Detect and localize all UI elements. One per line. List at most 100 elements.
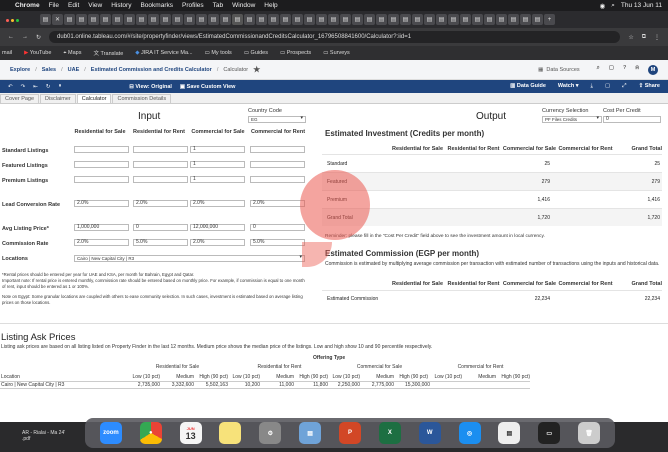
- browser-tab[interactable]: ▤: [112, 14, 123, 25]
- browser-tab[interactable]: ✕: [52, 14, 63, 25]
- undo-icon[interactable]: ↶: [8, 84, 13, 90]
- wifi-icon[interactable]: ◉: [600, 2, 606, 10]
- save-custom-view-button[interactable]: ▣ Save Custom View: [180, 84, 236, 90]
- browser-tab[interactable]: ▤: [64, 14, 75, 25]
- breadcrumb-sales[interactable]: Sales: [42, 67, 56, 73]
- browser-tab[interactable]: ▤: [256, 14, 267, 25]
- browser-tab[interactable]: ▤: [424, 14, 435, 25]
- bookmark-maps[interactable]: ⌖ Maps: [63, 50, 81, 57]
- clock[interactable]: Thu 13 Jun 11: [621, 2, 662, 10]
- trash-icon[interactable]: 🗑: [578, 422, 601, 444]
- comm-com-sale-input[interactable]: 2.0%: [190, 239, 245, 246]
- tab-disclaimer[interactable]: Disclaimer: [40, 94, 76, 103]
- revert-icon[interactable]: ⇤: [33, 84, 38, 90]
- lcr-res-sale-input[interactable]: 2.0%: [74, 200, 129, 207]
- browser-tab[interactable]: ▤: [448, 14, 459, 25]
- search-icon[interactable]: ⌕: [597, 65, 600, 75]
- browser-tab[interactable]: ▤: [160, 14, 171, 25]
- bookmark-translate[interactable]: 文 Translate: [93, 49, 123, 57]
- standard-com-rent-input[interactable]: [250, 146, 305, 153]
- chrome-icon[interactable]: ●: [139, 422, 162, 444]
- browser-tab[interactable]: ▤: [292, 14, 303, 25]
- browser-tab[interactable]: ▤: [88, 14, 99, 25]
- price-res-sale-input[interactable]: 1,000,000: [74, 224, 129, 231]
- featured-com-rent-input[interactable]: [250, 161, 305, 168]
- browser-tab[interactable]: ▤: [148, 14, 159, 25]
- menu-profiles[interactable]: Profiles: [182, 2, 204, 9]
- bookmark-guides[interactable]: ▭ Guides: [244, 50, 268, 56]
- browser-tab[interactable]: ▤: [508, 14, 519, 25]
- avatar[interactable]: M: [648, 64, 658, 75]
- menu-bookmarks[interactable]: Bookmarks: [140, 2, 173, 9]
- notes-icon[interactable]: [219, 422, 242, 444]
- browser-tab[interactable]: ▤: [520, 14, 531, 25]
- system-settings-icon[interactable]: ⚙: [259, 422, 282, 444]
- browser-tab[interactable]: ▤: [484, 14, 495, 25]
- desktop-file-label[interactable]: AR - Rialai - Ma 24' .pdf: [0, 422, 70, 452]
- browser-tab[interactable]: ▤: [136, 14, 147, 25]
- bookmark-star-icon[interactable]: ☆: [628, 34, 633, 41]
- excel-icon[interactable]: X: [378, 422, 401, 444]
- preview-icon[interactable]: ▤: [299, 422, 322, 444]
- browser-tab[interactable]: ▤: [40, 14, 51, 25]
- extensions-icon[interactable]: ⧉: [642, 34, 646, 41]
- breadcrumb-uae[interactable]: UAE: [68, 67, 80, 73]
- zoom-icon[interactable]: zoom: [99, 422, 122, 444]
- data-sources-button[interactable]: ▦ Data Sources: [538, 67, 580, 73]
- notifications-icon[interactable]: ⍾: [635, 65, 639, 75]
- premium-com-rent-input[interactable]: [250, 176, 305, 183]
- data-guide-button[interactable]: ▥ Data Guide: [510, 83, 546, 90]
- tab-cover-page[interactable]: Cover Page: [0, 94, 40, 103]
- browser-tab[interactable]: ▤: [472, 14, 483, 25]
- browser-tab[interactable]: ▤: [352, 14, 363, 25]
- bookmark-prospects[interactable]: ▭ Prospects: [280, 50, 311, 56]
- featured-com-sale-input[interactable]: 1: [190, 161, 245, 168]
- browser-tab[interactable]: ▤: [328, 14, 339, 25]
- browser-tab[interactable]: ▤: [340, 14, 351, 25]
- browser-tab[interactable]: ▤: [268, 14, 279, 25]
- breadcrumb-workbook[interactable]: Estimated Commission and Credits Calcula…: [91, 67, 212, 73]
- menu-window[interactable]: Window: [232, 2, 255, 9]
- browser-tab[interactable]: ▤: [316, 14, 327, 25]
- download-icon[interactable]: ⤓: [591, 83, 593, 90]
- bookmark-mail[interactable]: mail: [2, 50, 12, 56]
- browser-tab[interactable]: ▤: [436, 14, 447, 25]
- search-icon[interactable]: ⌕: [611, 2, 615, 10]
- favorite-star-icon[interactable]: ★: [253, 65, 260, 74]
- currency-selection-select[interactable]: PF Files Credits: [542, 116, 602, 123]
- standard-com-sale-input[interactable]: 1: [190, 146, 245, 153]
- word-icon[interactable]: W: [418, 422, 441, 444]
- forward-icon[interactable]: →: [22, 34, 28, 40]
- breadcrumb-explore[interactable]: Explore: [10, 67, 30, 73]
- menu-tab[interactable]: Tab: [213, 2, 223, 9]
- url-field[interactable]: dub01.online.tableau.com/#/site/property…: [49, 31, 621, 43]
- browser-tab[interactable]: ▤: [244, 14, 255, 25]
- browser-tab[interactable]: ▤: [364, 14, 375, 25]
- tab-calculator[interactable]: Calculator: [76, 94, 112, 103]
- browser-tab[interactable]: ▤: [376, 14, 387, 25]
- lcr-com-sale-input[interactable]: 2.0%: [190, 200, 245, 207]
- lcr-com-rent-input[interactable]: 2.0%: [250, 200, 305, 207]
- bookmark-surveys[interactable]: ▭ Surveys: [323, 50, 350, 56]
- bookmark-jira[interactable]: ◆ JIRA IT Service Ma...: [135, 50, 192, 56]
- locations-select[interactable]: Cairo | New Capital City | R3: [74, 255, 305, 262]
- price-com-rent-input[interactable]: 0: [250, 224, 305, 231]
- new-tab-icon[interactable]: +: [544, 14, 555, 25]
- premium-res-sale-input[interactable]: [74, 176, 129, 183]
- browser-tab[interactable]: ▤: [100, 14, 111, 25]
- menu-dots-icon[interactable]: ⋮: [654, 34, 660, 41]
- menu-view[interactable]: View: [88, 2, 102, 9]
- browser-tab-active[interactable]: ▤: [232, 14, 243, 25]
- bookmark-youtube[interactable]: ▶ YouTube: [24, 50, 51, 56]
- browser-tab[interactable]: ▤: [196, 14, 207, 25]
- browser-tab[interactable]: ▤: [388, 14, 399, 25]
- browser-tab[interactable]: ▤: [304, 14, 315, 25]
- browser-tab[interactable]: ▤: [76, 14, 87, 25]
- browser-tab[interactable]: ▤: [172, 14, 183, 25]
- comment-icon[interactable]: ▢: [609, 65, 614, 75]
- premium-com-sale-input[interactable]: 1: [190, 176, 245, 183]
- back-icon[interactable]: ←: [8, 34, 14, 40]
- document-icon[interactable]: ▤: [498, 422, 521, 444]
- redo-icon[interactable]: ↷: [21, 84, 26, 90]
- browser-tab[interactable]: ▤: [460, 14, 471, 25]
